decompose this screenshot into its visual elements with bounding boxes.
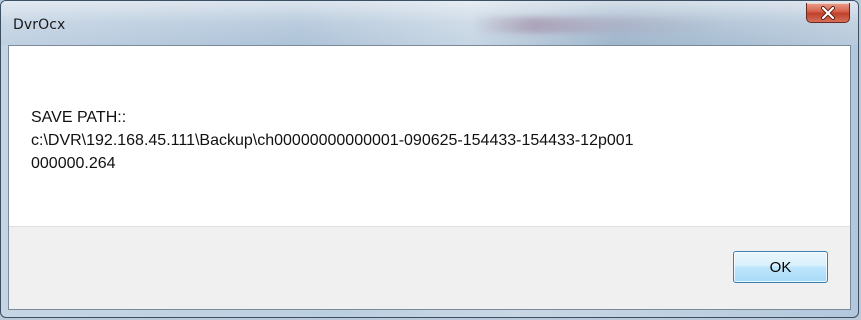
titlebar-background-blur [471,17,721,33]
close-icon [820,5,836,20]
message-path-line-2: 000000.264 [31,155,116,172]
message-heading: SAVE PATH:: [31,109,127,126]
message-path-line-1: c:\DVR\192.168.45.111\Backup\ch000000000… [31,132,634,149]
title-bar[interactable]: DvrOcx [1,1,858,45]
window-title: DvrOcx [13,17,66,33]
message-text: SAVE PATH:: c:\DVR\192.168.45.111\Backup… [31,106,634,175]
close-button[interactable] [806,3,850,23]
ok-button[interactable]: OK [733,251,828,283]
dialog-content: SAVE PATH:: c:\DVR\192.168.45.111\Backup… [8,45,851,310]
message-area: SAVE PATH:: c:\DVR\192.168.45.111\Backup… [9,46,850,227]
dialog-window: DvrOcx SAVE PATH:: c:\DVR\192.168.45.111… [0,0,859,318]
